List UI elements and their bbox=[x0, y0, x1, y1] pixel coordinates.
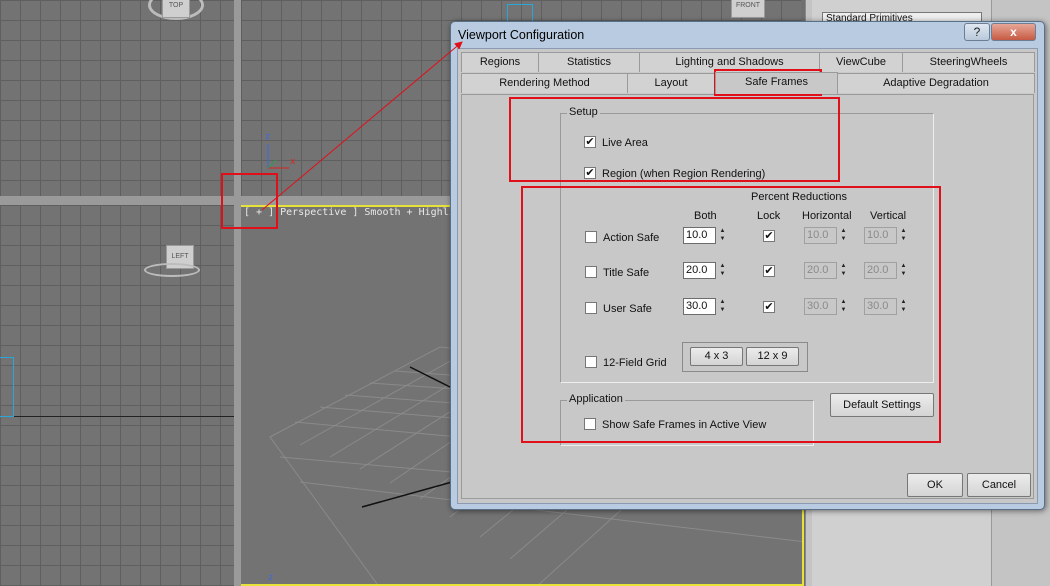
title-safe-vertical-input: 20.0 bbox=[864, 262, 897, 279]
action-safe-horizontal-input: 10.0 bbox=[804, 227, 837, 244]
tab-viewcube[interactable]: ViewCube bbox=[819, 52, 903, 72]
grid-axis-line bbox=[0, 416, 234, 417]
user-safe-lock-checkbox[interactable]: ✔ bbox=[763, 301, 775, 313]
viewcube-front-label: FRONT bbox=[735, 2, 761, 9]
viewcube-left-ring bbox=[144, 263, 200, 277]
axis-z-label-persp: z bbox=[268, 573, 274, 583]
checkmark-icon: ✔ bbox=[764, 301, 774, 313]
checkmark-icon: ✔ bbox=[764, 230, 774, 242]
axis-z-label: z bbox=[265, 132, 271, 142]
checkmark-icon: ✔ bbox=[585, 136, 595, 148]
field-grid-checkbox[interactable] bbox=[585, 356, 597, 368]
tab-layout[interactable]: Layout bbox=[627, 73, 715, 93]
checkmark-icon: ✔ bbox=[764, 265, 774, 277]
dialog-titlebar[interactable]: Viewport Configuration ? x bbox=[451, 22, 1044, 48]
viewcube-left-label: LEFT bbox=[171, 253, 189, 260]
close-icon: x bbox=[1010, 25, 1017, 39]
dialog-client: Regions Statistics Lighting and Shadows … bbox=[457, 48, 1038, 504]
setup-group-title: Setup bbox=[567, 106, 600, 118]
perspective-viewport-label[interactable]: [ + ] Perspective ] Smooth + Highli bbox=[244, 207, 455, 218]
spinner-arrows-icon: ▲ ▼ bbox=[900, 299, 907, 313]
object-outline-left bbox=[0, 357, 14, 417]
spinner-arrows-icon: ▲ ▼ bbox=[840, 299, 847, 313]
spinner-arrows-icon[interactable]: ▲ ▼ bbox=[718, 227, 727, 244]
grid-4x3-button[interactable]: 4 x 3 bbox=[690, 347, 743, 366]
viewport-divider-vertical[interactable] bbox=[234, 0, 241, 586]
tab-rendering-method[interactable]: Rendering Method bbox=[461, 73, 628, 93]
show-safe-frames-label: Show Safe Frames in Active View bbox=[602, 419, 767, 431]
user-safe-vertical-input: 30.0 bbox=[864, 298, 897, 315]
application-group-title: Application bbox=[567, 393, 625, 405]
user-safe-checkbox[interactable] bbox=[585, 302, 597, 314]
default-settings-button[interactable]: Default Settings bbox=[830, 393, 934, 417]
dialog-title: Viewport Configuration bbox=[458, 28, 585, 42]
tab-statistics[interactable]: Statistics bbox=[538, 52, 640, 72]
axis-x-label: x bbox=[290, 157, 296, 167]
tab-adaptive-degradation[interactable]: Adaptive Degradation bbox=[837, 73, 1035, 93]
live-area-checkbox[interactable]: ✔ bbox=[584, 136, 596, 148]
top-viewport[interactable]: TOP bbox=[0, 0, 234, 196]
region-label: Region (when Region Rendering) bbox=[602, 168, 766, 180]
field-grid-label: 12-Field Grid bbox=[603, 357, 667, 369]
viewport-configuration-dialog: Viewport Configuration ? x Regions Stati… bbox=[450, 21, 1045, 510]
tab-safe-frames[interactable]: Safe Frames bbox=[715, 72, 838, 94]
title-safe-lock-checkbox[interactable]: ✔ bbox=[763, 265, 775, 277]
grid-12x9-button[interactable]: 12 x 9 bbox=[746, 347, 799, 366]
spinner-arrows-icon: ▲ ▼ bbox=[900, 228, 907, 242]
show-safe-frames-checkbox[interactable] bbox=[584, 418, 596, 430]
user-safe-horizontal-input: 30.0 bbox=[804, 298, 837, 315]
spinner-arrows-icon: ▲ ▼ bbox=[900, 263, 907, 277]
col-vertical-heading: Vertical bbox=[870, 210, 907, 222]
tab-lighting-and-shadows[interactable]: Lighting and Shadows bbox=[639, 52, 820, 72]
ok-button[interactable]: OK bbox=[907, 473, 963, 497]
spinner-arrows-icon: ▲ ▼ bbox=[840, 263, 847, 277]
cancel-button[interactable]: Cancel bbox=[967, 473, 1031, 497]
tab-steeringwheels[interactable]: SteeringWheels bbox=[902, 52, 1035, 72]
col-lock-heading: Lock bbox=[757, 210, 781, 222]
viewcube-front[interactable]: FRONT bbox=[731, 0, 765, 18]
title-safe-horizontal-input: 20.0 bbox=[804, 262, 837, 279]
tab-regions[interactable]: Regions bbox=[461, 52, 539, 72]
title-safe-label: Title Safe bbox=[603, 267, 650, 279]
spinner-arrows-icon[interactable]: ▲ ▼ bbox=[718, 298, 727, 315]
action-safe-vertical-input: 10.0 bbox=[864, 227, 897, 244]
user-safe-label: User Safe bbox=[603, 303, 652, 315]
title-safe-checkbox[interactable] bbox=[585, 266, 597, 278]
action-safe-checkbox[interactable] bbox=[585, 231, 597, 243]
close-button[interactable]: x bbox=[991, 23, 1036, 41]
title-safe-both-input[interactable]: 20.0 bbox=[683, 262, 716, 279]
viewcube-top[interactable]: TOP bbox=[162, 0, 190, 18]
user-safe-both-input[interactable]: 30.0 bbox=[683, 298, 716, 315]
col-horizontal-heading: Horizontal bbox=[802, 210, 852, 222]
safe-frames-page: Setup ✔ Live Area ✔ Region (when Region … bbox=[461, 94, 1034, 499]
region-checkbox[interactable]: ✔ bbox=[584, 167, 596, 179]
live-area-label: Live Area bbox=[602, 137, 648, 149]
spinner-arrows-icon[interactable]: ▲ ▼ bbox=[718, 262, 727, 279]
col-both-heading: Both bbox=[694, 210, 717, 222]
action-safe-lock-checkbox[interactable]: ✔ bbox=[763, 230, 775, 242]
viewcube-top-label: TOP bbox=[168, 2, 184, 9]
left-viewport[interactable]: LEFT bbox=[0, 205, 234, 586]
help-button[interactable]: ? bbox=[964, 23, 990, 41]
action-safe-label: Action Safe bbox=[603, 232, 660, 244]
percent-reductions-heading: Percent Reductions bbox=[751, 191, 847, 203]
action-safe-both-input[interactable]: 10.0 bbox=[683, 227, 716, 244]
spinner-arrows-icon: ▲ ▼ bbox=[840, 228, 847, 242]
checkmark-icon: ✔ bbox=[585, 167, 595, 179]
